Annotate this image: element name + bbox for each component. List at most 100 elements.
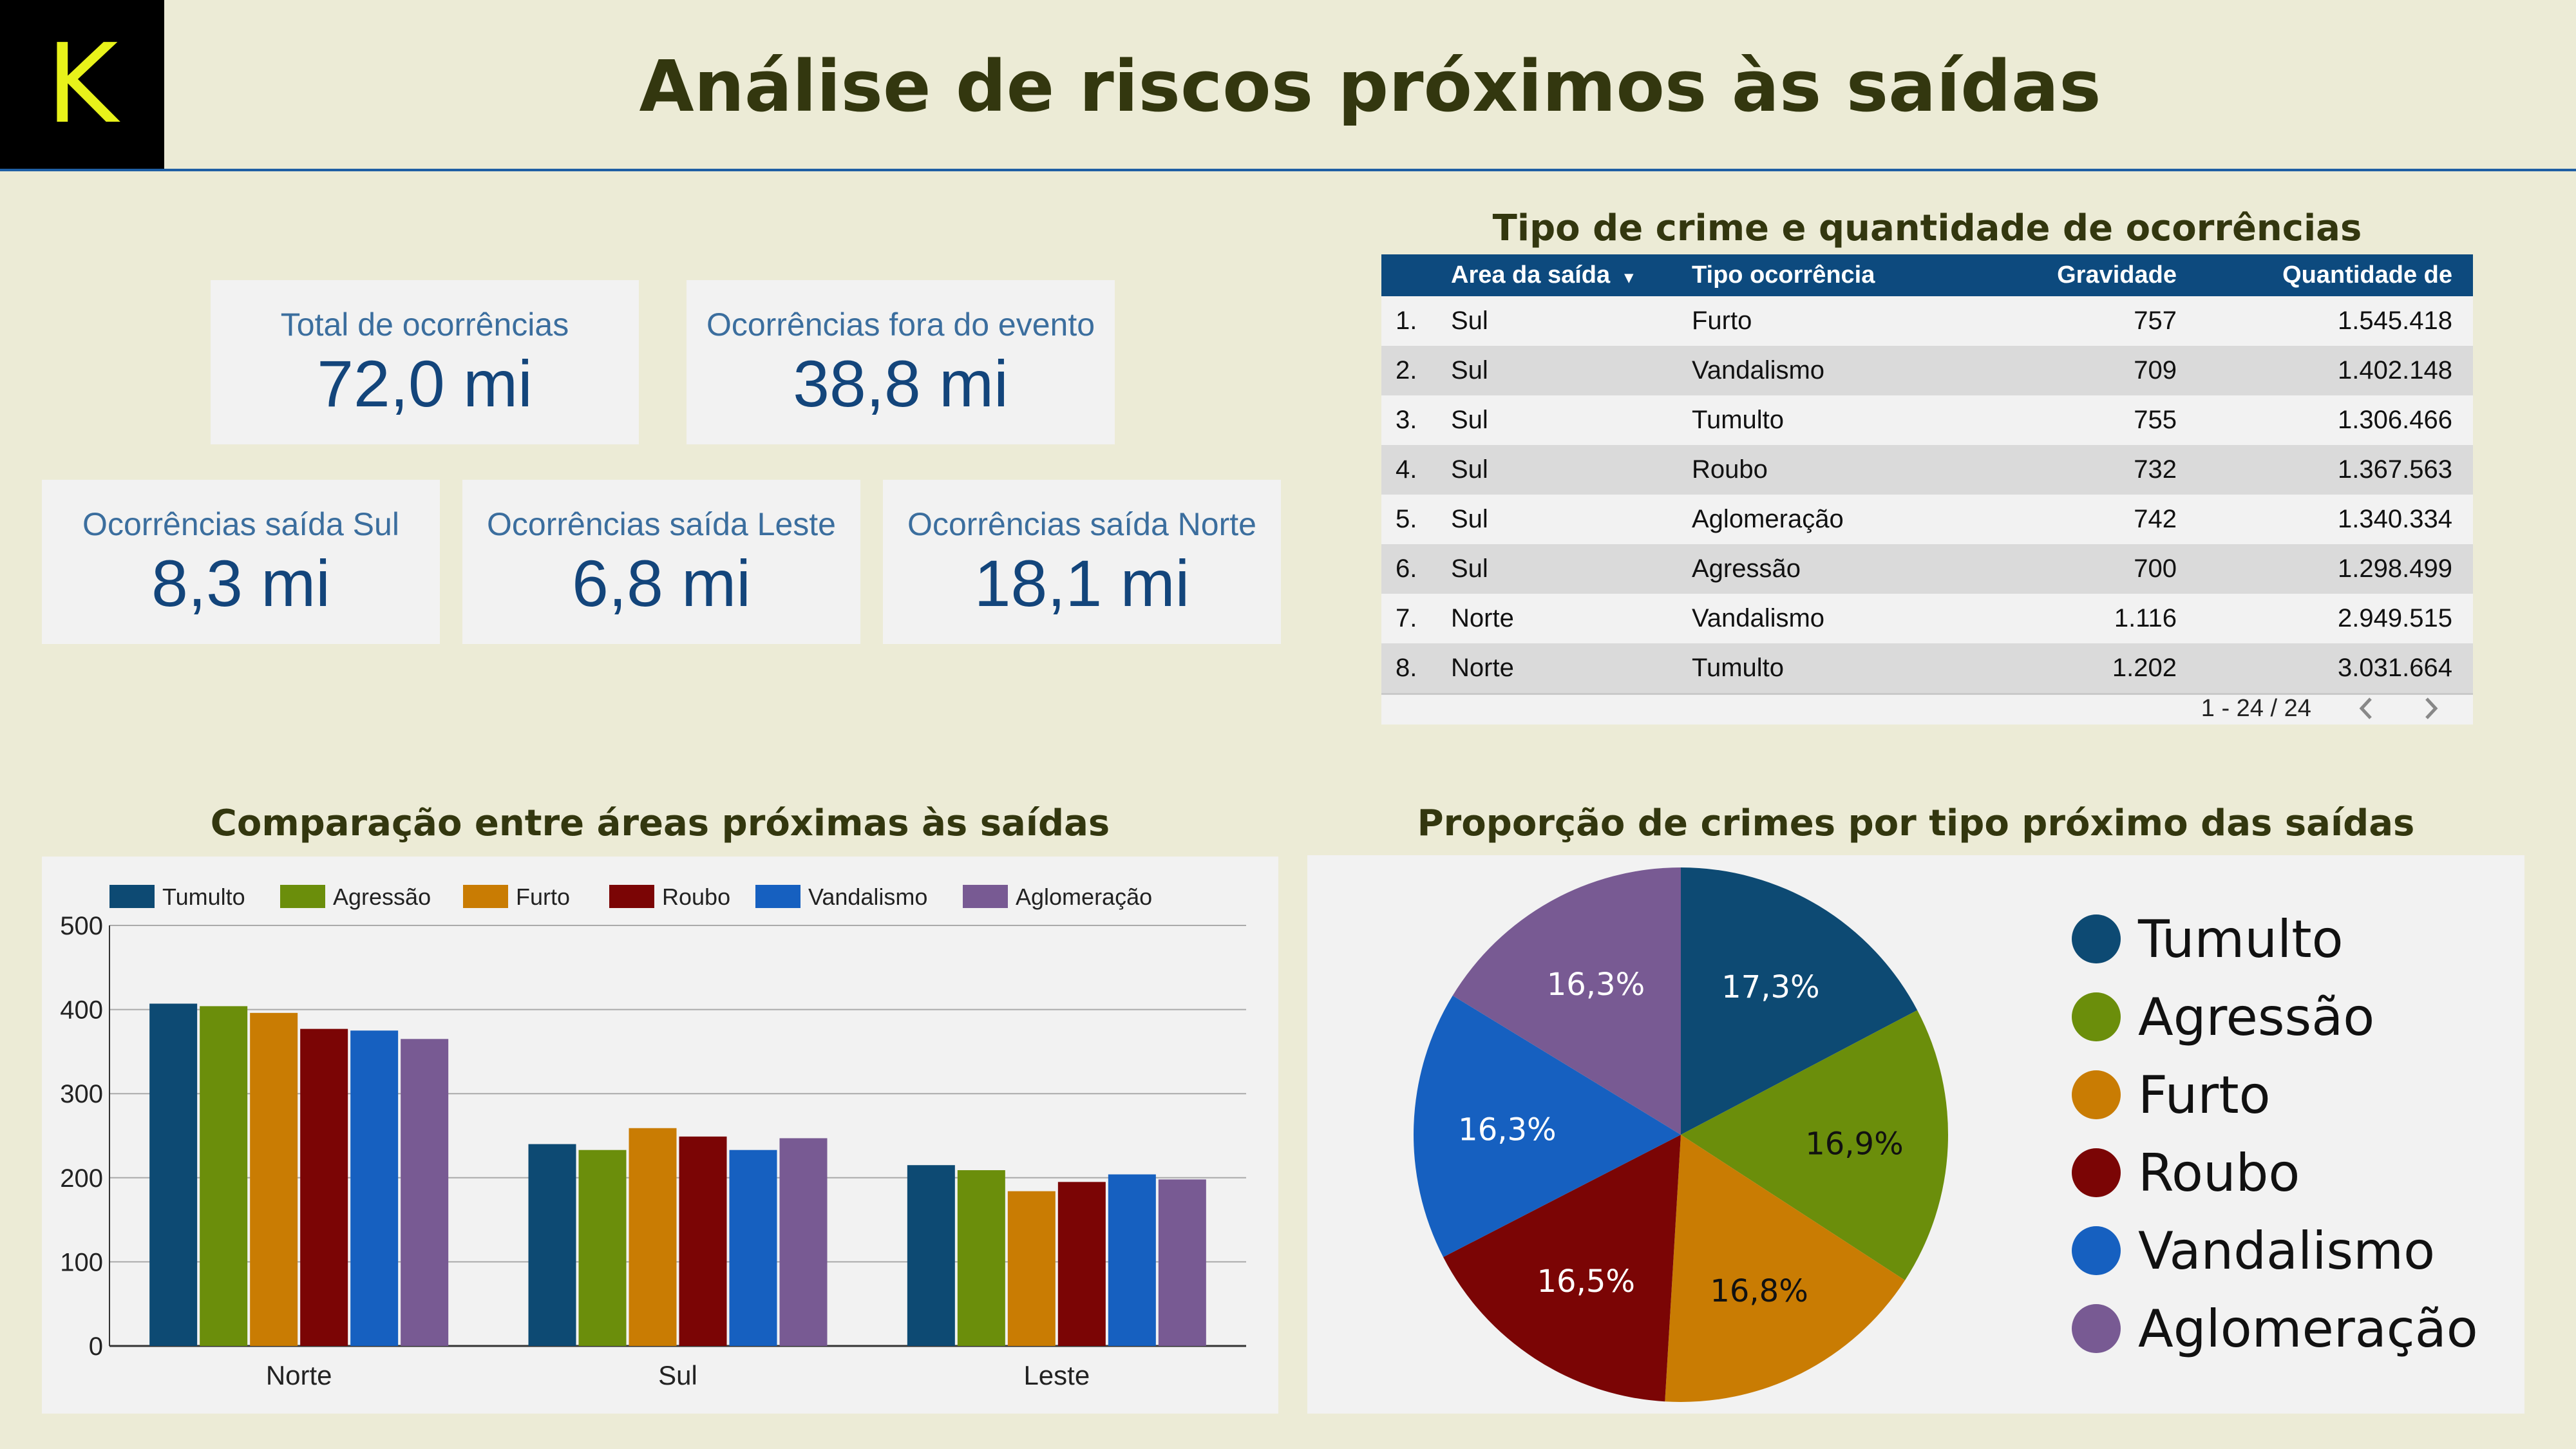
- area-cell: Sul: [1451, 356, 1488, 384]
- next-page-icon[interactable]: [2415, 692, 2447, 724]
- logo-letter: K: [46, 21, 118, 148]
- bar[interactable]: [629, 1128, 677, 1346]
- y-tick-label: 200: [60, 1164, 103, 1193]
- bar[interactable]: [200, 1006, 248, 1346]
- bar[interactable]: [1007, 1191, 1056, 1346]
- quantidade-cell: 1.340.334: [2338, 505, 2452, 533]
- y-tick-label: 400: [60, 996, 103, 1025]
- tipo-cell: Vandalismo: [1692, 604, 1825, 632]
- pie-value-label: 17,3%: [1721, 969, 1819, 1005]
- table-row: 4. Sul Roubo 732 1.367.563: [1381, 445, 2473, 497]
- kpi-card-total: Total de ocorrências 72,0 mi: [211, 280, 639, 444]
- bar[interactable]: [401, 1039, 449, 1346]
- row-number-cell: 8.: [1396, 654, 1417, 682]
- row-number-cell: 5.: [1396, 505, 1417, 533]
- row-number-cell: 1.: [1396, 307, 1417, 335]
- page-title: Análise de riscos próximos às saídas: [639, 45, 2101, 128]
- bar[interactable]: [250, 1012, 298, 1346]
- legend-label: Furto: [516, 884, 570, 910]
- bar[interactable]: [149, 1003, 198, 1346]
- gravidade-cell: 757: [2134, 307, 2177, 335]
- tipo-cell: Aglomeração: [1692, 505, 1844, 533]
- legend-label: Vandalismo: [2138, 1221, 2435, 1281]
- tipo-cell: Agressão: [1692, 554, 1801, 583]
- quantidade-cell: 1.367.563: [2338, 455, 2452, 484]
- pie-chart-title: Proporção de crimes por tipo próximo das…: [1417, 802, 2415, 844]
- kpi-label: Ocorrências saída Sul: [82, 506, 399, 542]
- quantidade-cell: 3.031.664: [2338, 654, 2452, 682]
- bar[interactable]: [578, 1150, 627, 1346]
- pagination: 1 - 24 / 24: [2201, 692, 2447, 724]
- y-tick-label: 100: [60, 1248, 103, 1276]
- column-header-area[interactable]: Area da saída ▾: [1451, 254, 1663, 296]
- table-row: 6. Sul Agressão 700 1.298.499: [1381, 544, 2473, 596]
- legend-swatch: [280, 885, 325, 908]
- bar[interactable]: [1057, 1182, 1106, 1346]
- legend-label: Tumulto: [162, 884, 245, 910]
- tipo-cell: Tumulto: [1692, 406, 1785, 434]
- legend-label: Agressão: [333, 884, 431, 910]
- kpi-value: 8,3 mi: [151, 547, 330, 620]
- quantidade-cell: 1.298.499: [2338, 554, 2452, 583]
- kpi-value: 18,1 mi: [974, 547, 1190, 620]
- quantidade-cell: 1.306.466: [2338, 406, 2452, 434]
- column-header-tipo[interactable]: Tipo ocorrência: [1692, 254, 1937, 296]
- prev-page-icon[interactable]: [2350, 692, 2382, 724]
- bar[interactable]: [1108, 1174, 1156, 1346]
- bar[interactable]: [779, 1138, 828, 1346]
- bar[interactable]: [1158, 1179, 1206, 1346]
- bar-chart-title: Comparação entre áreas próximas às saída…: [210, 802, 1110, 844]
- legend-label: Agressão: [2138, 987, 2374, 1047]
- quantidade-cell: 2.949.515: [2338, 604, 2452, 632]
- bar-chart-panel: 0 100 200 300 400 500 Norte Sul Leste Tumulto Agre…: [42, 857, 1278, 1414]
- gravidade-cell: 1.116: [2114, 604, 2177, 632]
- bar[interactable]: [528, 1144, 576, 1346]
- pie-value-label: 16,8%: [1710, 1273, 1808, 1309]
- bar[interactable]: [907, 1165, 955, 1346]
- bar[interactable]: [729, 1150, 777, 1346]
- bar[interactable]: [679, 1136, 727, 1346]
- kpi-label: Ocorrências fora do evento: [706, 307, 1095, 343]
- legend-dot: [2072, 992, 2121, 1041]
- legend-dot: [2072, 1070, 2121, 1119]
- crime-table: Area da saída ▾ Tipo ocorrência Gravidad…: [1381, 254, 2473, 724]
- legend-label: Aglomeração: [1016, 884, 1152, 910]
- bar[interactable]: [957, 1170, 1005, 1346]
- x-tick-label: Leste: [1023, 1360, 1090, 1390]
- kpi-label: Ocorrências saída Leste: [487, 506, 836, 542]
- y-tick-label: 0: [89, 1332, 103, 1361]
- area-cell: Sul: [1451, 554, 1488, 583]
- tipo-cell: Tumulto: [1692, 654, 1785, 682]
- row-number-cell: 3.: [1396, 406, 1417, 434]
- pie-value-label: 16,5%: [1537, 1264, 1634, 1300]
- legend-swatch: [755, 885, 800, 908]
- table-row: 8. Norte Tumulto 1.202 3.031.664: [1381, 643, 2473, 695]
- sort-desc-icon: ▾: [1624, 267, 1633, 287]
- title-divider: [0, 169, 2576, 171]
- area-cell: Norte: [1451, 604, 1514, 632]
- y-tick-label: 300: [60, 1080, 103, 1108]
- column-header-label: Area da saída: [1451, 261, 1611, 289]
- legend-dot: [2072, 914, 2121, 963]
- bar[interactable]: [350, 1030, 399, 1346]
- legend-label: Furto: [2138, 1065, 2271, 1125]
- bar[interactable]: [300, 1028, 348, 1346]
- gravidade-cell: 1.202: [2112, 654, 2177, 682]
- table-row: 3. Sul Tumulto 755 1.306.466: [1381, 395, 2473, 447]
- x-tick-label: Norte: [266, 1360, 332, 1390]
- pagination-text: 1 - 24 / 24: [2201, 694, 2311, 722]
- x-tick-label: Sul: [658, 1360, 697, 1390]
- kpi-label: Total de ocorrências: [280, 307, 569, 343]
- legend-swatch: [109, 885, 155, 908]
- table-row: 2. Sul Vandalismo 709 1.402.148: [1381, 346, 2473, 397]
- y-tick-label: 500: [60, 912, 103, 940]
- table-title: Tipo de crime e quantidade de ocorrência…: [1492, 207, 2362, 249]
- legend-dot: [2072, 1148, 2121, 1197]
- pie-chart-panel: 17,3% 16,9% 16,8% 16,5% 16,3% 16,3% Tumulto Agr…: [1307, 855, 2524, 1414]
- column-header-gravidade[interactable]: Gravidade: [1948, 254, 2177, 296]
- quantidade-cell: 1.545.418: [2338, 307, 2452, 335]
- gravidade-cell: 732: [2134, 455, 2177, 484]
- tipo-cell: Roubo: [1692, 455, 1768, 484]
- legend-dot: [2072, 1226, 2121, 1275]
- column-header-quantidade[interactable]: Quantidade de ocorrências: [2180, 254, 2452, 330]
